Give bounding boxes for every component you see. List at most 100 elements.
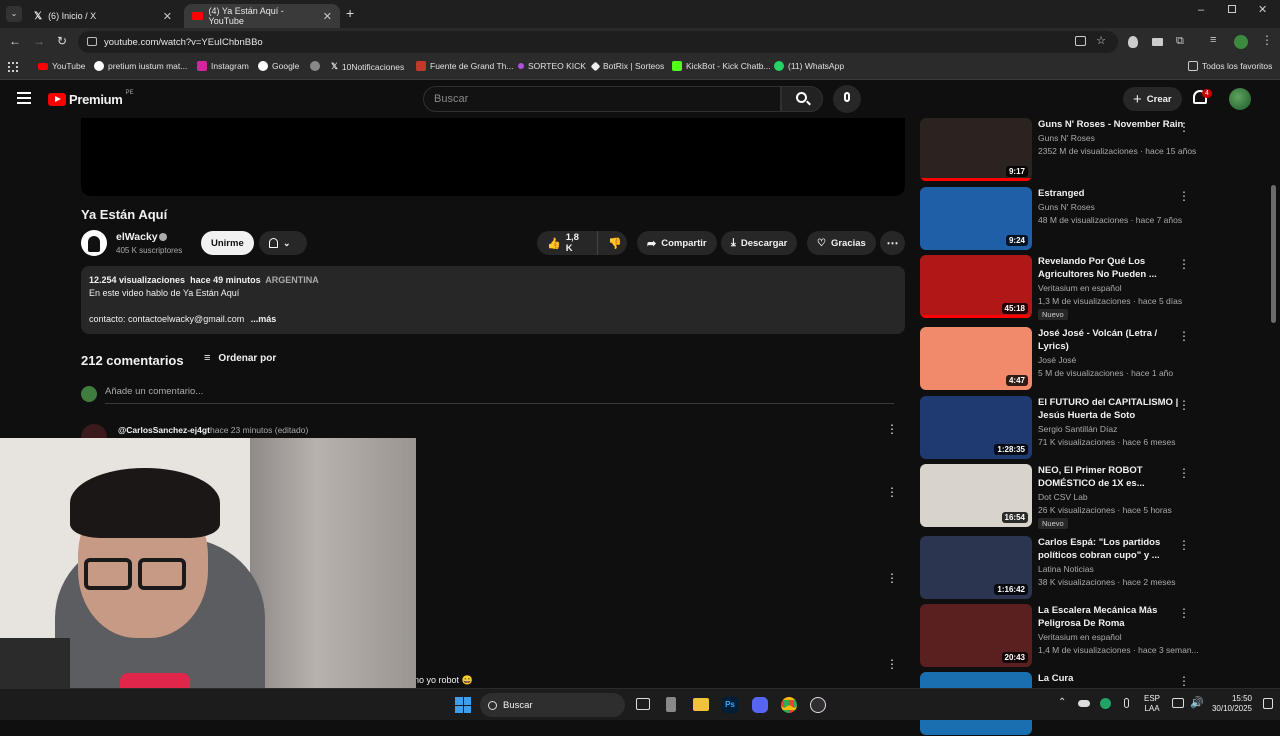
video-title[interactable]: Carlos Espá: "Los partidos políticos cob… [1038, 536, 1188, 562]
video-thumbnail[interactable]: 9:24 [920, 187, 1032, 250]
bookmark-google[interactable]: Google [258, 61, 299, 71]
bookmark-fuente[interactable]: Fuente de Grand Th... [416, 61, 513, 71]
video-title[interactable]: La Cura [1038, 672, 1188, 685]
bookmark-pretium[interactable]: pretium iustum mat... [94, 61, 187, 71]
video-thumbnail[interactable]: 20:43 [920, 604, 1032, 667]
url-field[interactable]: youtube.com/watch?v=YEuIChbnBBo ☆ [78, 31, 1118, 53]
close-window-button[interactable]: ✕ [1258, 3, 1267, 16]
comment-options-icon[interactable]: ⋮ [886, 422, 898, 436]
bookmark-whatsapp[interactable]: (11) WhatsApp [774, 61, 844, 71]
search-input[interactable]: Buscar [423, 86, 781, 112]
discord-icon[interactable] [752, 697, 768, 713]
windows-start-icon[interactable] [455, 697, 471, 713]
new-tab-button[interactable]: + [346, 5, 354, 21]
video-thumbnail[interactable]: 45:18 [920, 255, 1032, 318]
bookmark-instagram[interactable]: Instagram [197, 61, 249, 71]
all-bookmarks-button[interactable]: Todos los favoritos [1188, 61, 1272, 71]
channel-name[interactable]: Guns N' Roses [1038, 202, 1095, 212]
forward-icon[interactable]: → [33, 34, 45, 48]
extensions-puzzle-icon[interactable]: ⧉ [1176, 35, 1184, 48]
profile-avatar[interactable] [1234, 35, 1248, 49]
bookmark-star-icon[interactable]: ☆ [1096, 34, 1106, 47]
site-info-icon[interactable] [87, 37, 97, 46]
close-tab-icon[interactable]: ✕ [323, 10, 332, 23]
video-title[interactable]: NEO, El Primer ROBOT DOMÉSTICO de 1X es.… [1038, 464, 1188, 490]
app-tray-icon[interactable] [1100, 698, 1111, 709]
channel-name[interactable]: Veritasium en español [1038, 632, 1122, 642]
like-button[interactable]: 👍 1,8 K [537, 231, 597, 255]
hashtag-link[interactable]: ARGENTINA [265, 275, 319, 285]
clock[interactable]: 15:50 30/10/2025 [1208, 694, 1252, 714]
video-thumbnail[interactable]: 1:16:42 [920, 536, 1032, 599]
more-options-icon[interactable]: ⋮ [1178, 120, 1190, 134]
back-icon[interactable]: ← [9, 34, 21, 48]
video-title[interactable]: Revelando Por Qué Los Agricultores No Pu… [1038, 255, 1188, 281]
comment-options-icon[interactable]: ⋮ [886, 571, 898, 585]
channel-name[interactable]: José José [1038, 355, 1076, 365]
create-button[interactable]: + Crear [1123, 87, 1182, 111]
channel-name[interactable]: elWacky [116, 231, 158, 243]
channel-name[interactable]: Sergio Santillán Díaz [1038, 424, 1117, 434]
media-controls-icon[interactable]: ≡ [1210, 34, 1216, 46]
comment-options-icon[interactable]: ⋮ [886, 657, 898, 671]
more-actions-button[interactable]: ⋯ [880, 231, 905, 255]
channel-name[interactable]: Guns N' Roses [1038, 133, 1095, 143]
video-title[interactable]: Estranged [1038, 187, 1188, 200]
more-options-icon[interactable]: ⋮ [1178, 398, 1190, 412]
tab-list-button[interactable]: ⌄ [6, 6, 22, 22]
obs-icon[interactable] [810, 697, 826, 713]
video-thumbnail[interactable]: 4:47 [920, 327, 1032, 390]
notification-center-icon[interactable] [1263, 698, 1273, 709]
page-scrollbar[interactable] [1271, 185, 1276, 323]
chrome-icon[interactable] [781, 697, 797, 713]
recommended-video[interactable]: 9:24 Estranged Guns N' Roses 48 M de visual… [920, 187, 1190, 251]
extension-icon[interactable] [1128, 36, 1138, 48]
more-options-icon[interactable]: ⋮ [1178, 606, 1190, 620]
download-button[interactable]: ⤓ Descargar [721, 231, 798, 255]
video-thumbnail[interactable]: 1:28:35 [920, 396, 1032, 459]
language-indicator[interactable]: ESP LAA [1144, 694, 1160, 714]
apps-grid-icon[interactable] [8, 62, 18, 72]
video-title[interactable]: La Escalera Mecánica Más Peligrosa De Ro… [1038, 604, 1188, 630]
bookmark-globe[interactable] [310, 61, 320, 71]
channel-name[interactable]: Latina Noticias [1038, 564, 1094, 574]
card-icon[interactable] [1152, 38, 1163, 46]
taskbar-search[interactable]: Buscar [480, 693, 625, 717]
file-explorer-icon[interactable] [693, 698, 709, 711]
recommended-video[interactable]: 1:16:42 Carlos Espá: "Los partidos políti… [920, 536, 1190, 600]
more-options-icon[interactable]: ⋮ [1178, 329, 1190, 343]
tab-x-home[interactable]: 𝕏 (6) Inicio / X ✕ [26, 4, 180, 28]
account-avatar[interactable] [1229, 88, 1251, 110]
minimize-window-button[interactable]: – [1198, 4, 1204, 16]
restore-window-button[interactable] [1228, 5, 1236, 13]
recommended-video[interactable]: 45:18 Revelando Por Qué Los Agricultores … [920, 255, 1190, 320]
video-title[interactable]: Guns N' Roses - November Rain [1038, 118, 1188, 131]
notifications-subscription-button[interactable]: ⌄ [259, 231, 307, 255]
video-player[interactable] [81, 118, 905, 196]
show-hidden-icons[interactable]: ⌃ [1058, 697, 1066, 708]
video-thumbnail[interactable]: 16:54 [920, 464, 1032, 527]
add-comment-input[interactable]: Añade un comentario... [105, 386, 894, 404]
recommended-video[interactable]: 16:54 NEO, El Primer ROBOT DOMÉSTICO de 1… [920, 464, 1190, 529]
voice-search-button[interactable] [833, 85, 861, 113]
show-more-link[interactable]: ...más [251, 314, 277, 324]
more-options-icon[interactable]: ⋮ [1178, 538, 1190, 552]
search-button[interactable] [781, 86, 823, 112]
channel-name[interactable]: Veritasium en español [1038, 283, 1122, 293]
bookmark-sorteo-kick[interactable]: SORTEO KICK [518, 61, 586, 71]
bookmark-botrix[interactable]: BotRix | Sorteos [590, 61, 664, 71]
network-icon[interactable] [1172, 698, 1184, 708]
app-icon[interactable] [666, 697, 676, 712]
browser-menu-icon[interactable]: ⋮ [1261, 33, 1273, 47]
bookmark-kickbot[interactable]: KickBot - Kick Chatb... [672, 61, 771, 71]
hamburger-menu-icon[interactable] [17, 92, 31, 104]
channel-avatar[interactable] [81, 230, 107, 256]
tab-youtube-active[interactable]: (4) Ya Están Aquí - YouTube ✕ [184, 4, 340, 28]
reload-icon[interactable]: ↻ [57, 34, 67, 48]
bookmark-10notificaciones[interactable]: 𝕏 10Notificaciones [331, 61, 404, 72]
volume-icon[interactable]: 🔊 [1190, 696, 1204, 709]
thanks-button[interactable]: ♡ Gracias [807, 231, 876, 255]
recommended-video[interactable]: 9:17 Guns N' Roses - November Rain Guns N'… [920, 118, 1196, 182]
recommended-video[interactable]: 1:28:35 El FUTURO del CAPITALISMO | Jesús… [920, 396, 1190, 460]
task-view-icon[interactable] [636, 698, 650, 710]
